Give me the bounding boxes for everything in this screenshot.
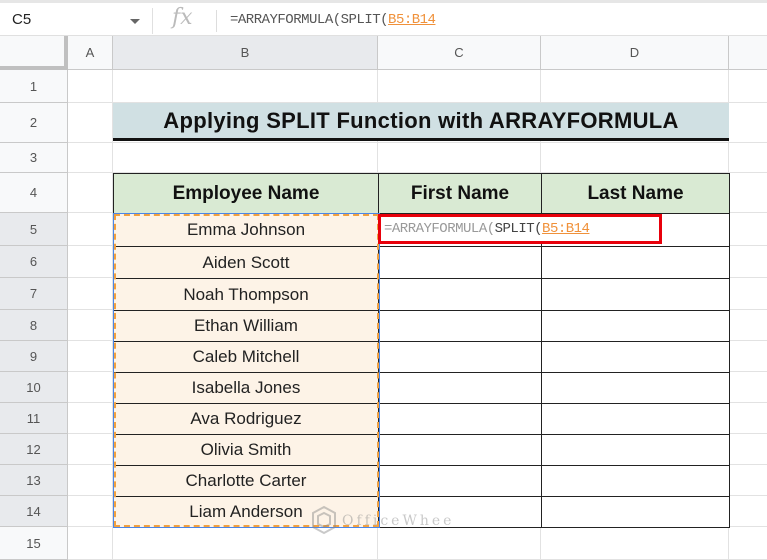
last-name-cell[interactable] bbox=[541, 372, 730, 404]
first-name-cell[interactable] bbox=[378, 278, 542, 311]
sheet-title[interactable]: Applying SPLIT Function with ARRAYFORMUL… bbox=[113, 103, 729, 141]
officewheel-logo-icon bbox=[312, 505, 336, 535]
last-name-cell[interactable] bbox=[541, 310, 730, 342]
first-name-cell[interactable] bbox=[378, 372, 542, 404]
last-name-cell[interactable] bbox=[541, 278, 730, 311]
divider bbox=[216, 10, 217, 32]
column-header-b[interactable]: B bbox=[113, 36, 378, 70]
formula-input[interactable]: =ARRAYFORMULA(SPLIT(B5:B14 bbox=[230, 12, 436, 28]
row-header-9[interactable]: 9 bbox=[0, 341, 68, 372]
row-header-6[interactable]: 6 bbox=[0, 246, 68, 278]
formula-bar: C5 fx =ARRAYFORMULA(SPLIT(B5:B14 bbox=[0, 0, 767, 36]
row-header-4[interactable]: 4 bbox=[0, 173, 68, 213]
name-cell[interactable]: Caleb Mitchell bbox=[113, 341, 379, 373]
last-name-cell[interactable] bbox=[541, 434, 730, 466]
chevron-down-icon[interactable] bbox=[130, 19, 140, 24]
select-all-corner[interactable] bbox=[0, 36, 68, 70]
editor-func: SPLIT( bbox=[494, 221, 543, 237]
row-header-11[interactable]: 11 bbox=[0, 403, 68, 434]
row-header-12[interactable]: 12 bbox=[0, 434, 68, 465]
svg-text:OfficeWheel: OfficeWheel bbox=[342, 513, 452, 529]
row-header-14[interactable]: 14 bbox=[0, 496, 68, 527]
first-name-cell[interactable] bbox=[378, 434, 542, 466]
first-name-cell[interactable] bbox=[378, 310, 542, 342]
name-cell[interactable]: Aiden Scott bbox=[113, 246, 379, 279]
column-header-e[interactable] bbox=[729, 36, 767, 70]
divider bbox=[152, 8, 153, 34]
first-name-cell[interactable] bbox=[378, 403, 542, 435]
last-name-cell[interactable] bbox=[541, 341, 730, 373]
formula-ref: B5:B14 bbox=[388, 12, 436, 28]
row-header-1[interactable]: 1 bbox=[0, 70, 68, 103]
last-name-cell[interactable] bbox=[541, 403, 730, 435]
first-name-cell[interactable] bbox=[378, 465, 542, 497]
column-header-c[interactable]: C bbox=[378, 36, 541, 70]
column-header-a[interactable]: A bbox=[68, 36, 113, 70]
first-name-cell[interactable] bbox=[378, 341, 542, 373]
last-name-cell[interactable] bbox=[541, 246, 730, 279]
name-cell[interactable]: Ava Rodriguez bbox=[113, 403, 379, 435]
name-cell[interactable]: Noah Thompson bbox=[113, 278, 379, 311]
name-cell[interactable]: Ethan William bbox=[113, 310, 379, 342]
name-cell[interactable]: Olivia Smith bbox=[113, 434, 379, 466]
row-header-5[interactable]: 5 bbox=[0, 213, 68, 246]
row-header-8[interactable]: 8 bbox=[0, 310, 68, 341]
header-first-name[interactable]: First Name bbox=[378, 173, 542, 214]
watermark-logo: OfficeWheel bbox=[310, 505, 452, 535]
row-header-13[interactable]: 13 bbox=[0, 465, 68, 496]
last-name-cell[interactable] bbox=[541, 496, 730, 528]
last-name-cell[interactable] bbox=[541, 465, 730, 497]
formula-func: SPLIT( bbox=[340, 12, 389, 28]
row-header-2[interactable]: 2 bbox=[0, 103, 68, 143]
formula-prefix: =ARRAYFORMULA( bbox=[230, 12, 341, 28]
name-cell[interactable]: Isabella Jones bbox=[113, 372, 379, 404]
row-header-7[interactable]: 7 bbox=[0, 278, 68, 310]
fx-icon: fx bbox=[172, 5, 193, 30]
name-cell[interactable]: Charlotte Carter bbox=[113, 465, 379, 497]
cell-editor[interactable]: =ARRAYFORMULA(SPLIT(B5:B14 bbox=[378, 214, 662, 244]
row-header-15[interactable]: 15 bbox=[0, 527, 68, 560]
editor-prefix: =ARRAYFORMULA( bbox=[384, 221, 495, 237]
name-cell[interactable]: Emma Johnson bbox=[113, 213, 379, 247]
officewheel-wordmark: OfficeWheel bbox=[342, 513, 452, 529]
editor-ref: B5:B14 bbox=[542, 221, 590, 237]
header-last-name[interactable]: Last Name bbox=[541, 173, 730, 214]
first-name-cell[interactable] bbox=[378, 246, 542, 279]
header-employee-name[interactable]: Employee Name bbox=[113, 173, 379, 214]
row-header-10[interactable]: 10 bbox=[0, 372, 68, 403]
name-box[interactable]: C5 bbox=[12, 11, 31, 28]
column-header-d[interactable]: D bbox=[541, 36, 729, 70]
gridline bbox=[68, 142, 767, 143]
row-header-3[interactable]: 3 bbox=[0, 143, 68, 173]
